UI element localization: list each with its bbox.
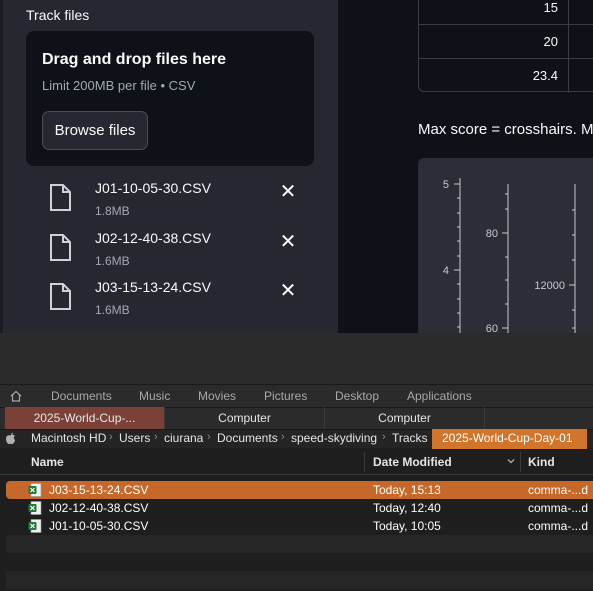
- favorite-pictures[interactable]: Pictures: [264, 389, 307, 403]
- path-separator: ›: [154, 431, 158, 443]
- favorite-applications[interactable]: Applications: [407, 389, 472, 403]
- file-date: Today, 12:40: [373, 501, 441, 515]
- remove-file-button[interactable]: ✕: [278, 182, 298, 202]
- uploaded-file-size: 1.6MB: [95, 303, 130, 317]
- uploaded-file-item: J03-15-13-24.CSV 1.6MB ✕: [48, 279, 308, 323]
- table-row: 20: [419, 25, 593, 59]
- favorite-music[interactable]: Music: [139, 389, 170, 403]
- empty-row: [6, 571, 593, 589]
- table-cell: 20: [419, 25, 569, 59]
- favorite-desktop[interactable]: Desktop: [335, 389, 379, 403]
- tab-computer[interactable]: Computer: [325, 407, 485, 429]
- axis-tick-label: 4: [443, 265, 449, 277]
- screen: Track files Drag and drop files here Lim…: [0, 0, 593, 591]
- file-row[interactable]: J03-15-13-24.CSV Today, 15:13 comma-...d: [6, 481, 593, 499]
- plot-svg: 5 4 80 60 12000: [443, 178, 576, 333]
- uploaded-file-size: 1.6MB: [95, 254, 130, 268]
- path-ciurana[interactable]: ciurana: [164, 431, 203, 445]
- empty-row: [6, 535, 593, 553]
- column-divider[interactable]: [364, 452, 365, 472]
- speed-plot: 5 4 80 60 12000: [418, 158, 593, 333]
- browse-files-button[interactable]: Browse files: [42, 111, 148, 150]
- favorite-movies[interactable]: Movies: [198, 389, 236, 403]
- column-kind[interactable]: Kind: [528, 455, 555, 469]
- path-separator: ›: [281, 431, 285, 443]
- table-cell: 15: [419, 0, 569, 25]
- column-date-modified[interactable]: Date Modified: [373, 455, 452, 469]
- finder-toolbar: [0, 333, 593, 385]
- path-separator: ›: [109, 431, 113, 443]
- path-users[interactable]: Users: [119, 431, 150, 445]
- finder-window: Documents Music Movies Pictures Desktop …: [0, 333, 593, 591]
- path-separator: ›: [382, 431, 386, 443]
- file-kind: comma-...d: [528, 483, 589, 497]
- uploaded-file-item: J01-10-05-30.CSV 1.8MB ✕: [48, 180, 308, 224]
- path-separator: ›: [207, 431, 211, 443]
- table-row: 23.4: [419, 59, 593, 93]
- chevron-down-icon[interactable]: [506, 456, 516, 466]
- path-macintosh-hd[interactable]: Macintosh HD: [31, 431, 106, 445]
- file-name: J03-15-13-24.CSV: [49, 483, 149, 497]
- axis-tick-label: 12000: [534, 280, 565, 292]
- remove-file-button[interactable]: ✕: [278, 281, 298, 301]
- table-cell: 23.4: [419, 59, 569, 93]
- file-name: J02-12-40-38.CSV: [49, 501, 149, 515]
- uploaded-file-item: J02-12-40-38.CSV 1.6MB ✕: [48, 230, 308, 274]
- sidebar-edge: [0, 0, 3, 333]
- file-row[interactable]: J01-10-05-30.CSV Today, 10:05 comma-...d: [6, 517, 593, 535]
- column-header: [0, 449, 593, 475]
- tab-computer[interactable]: Computer: [165, 407, 325, 429]
- file-kind: comma-...d: [528, 519, 589, 533]
- home-icon[interactable]: [10, 390, 22, 402]
- sidebar: Track files Drag and drop files here Lim…: [0, 0, 338, 333]
- table-row: 15: [419, 0, 593, 25]
- data-table: 15 20 23.4: [418, 0, 593, 93]
- dropzone-limit: Limit 200MB per file • CSV: [42, 78, 196, 93]
- csv-file-icon: [28, 483, 42, 497]
- file-dropzone[interactable]: Drag and drop files here Limit 200MB per…: [26, 31, 314, 166]
- csv-file-icon: [28, 501, 42, 515]
- column-name[interactable]: Name: [31, 455, 64, 469]
- uploaded-file-name: J01-10-05-30.CSV: [95, 180, 211, 196]
- streamlit-app: Track files Drag and drop files here Lim…: [0, 0, 593, 333]
- axis-tick-label: 80: [486, 228, 498, 240]
- dropzone-title: Drag and drop files here: [42, 51, 227, 68]
- uploaded-file-size: 1.8MB: [95, 204, 130, 218]
- path-documents[interactable]: Documents: [217, 431, 278, 445]
- uploaded-file-name: J03-15-13-24.CSV: [95, 279, 211, 295]
- file-date: Today, 10:05: [373, 519, 441, 533]
- axis-tick-label: 60: [486, 323, 498, 333]
- file-date: Today, 15:13: [373, 483, 441, 497]
- file-icon: [50, 283, 71, 310]
- favorite-documents[interactable]: Documents: [51, 389, 112, 403]
- file-icon: [50, 184, 71, 211]
- column-divider[interactable]: [520, 452, 521, 472]
- axis-tick-label: 5: [443, 179, 449, 191]
- file-kind: comma-...d: [528, 501, 589, 515]
- tab-world-cup[interactable]: 2025-World-Cup-...: [5, 407, 165, 429]
- file-icon: [50, 234, 71, 261]
- remove-file-button[interactable]: ✕: [278, 232, 298, 252]
- track-files-label: Track files: [26, 7, 90, 23]
- path-current-folder[interactable]: 2025-World-Cup-Day-01: [432, 429, 587, 449]
- apple-icon: [6, 432, 15, 445]
- uploaded-file-name: J02-12-40-38.CSV: [95, 230, 211, 246]
- csv-file-icon: [28, 519, 42, 533]
- file-row[interactable]: J02-12-40-38.CSV Today, 12:40 comma-...d: [6, 499, 593, 517]
- plot-caption: Max score = crosshairs. Ma: [418, 121, 593, 138]
- path-tracks[interactable]: Tracks: [392, 431, 428, 445]
- path-speed-skydiving[interactable]: speed-skydiving: [291, 431, 377, 445]
- file-name: J01-10-05-30.CSV: [49, 519, 149, 533]
